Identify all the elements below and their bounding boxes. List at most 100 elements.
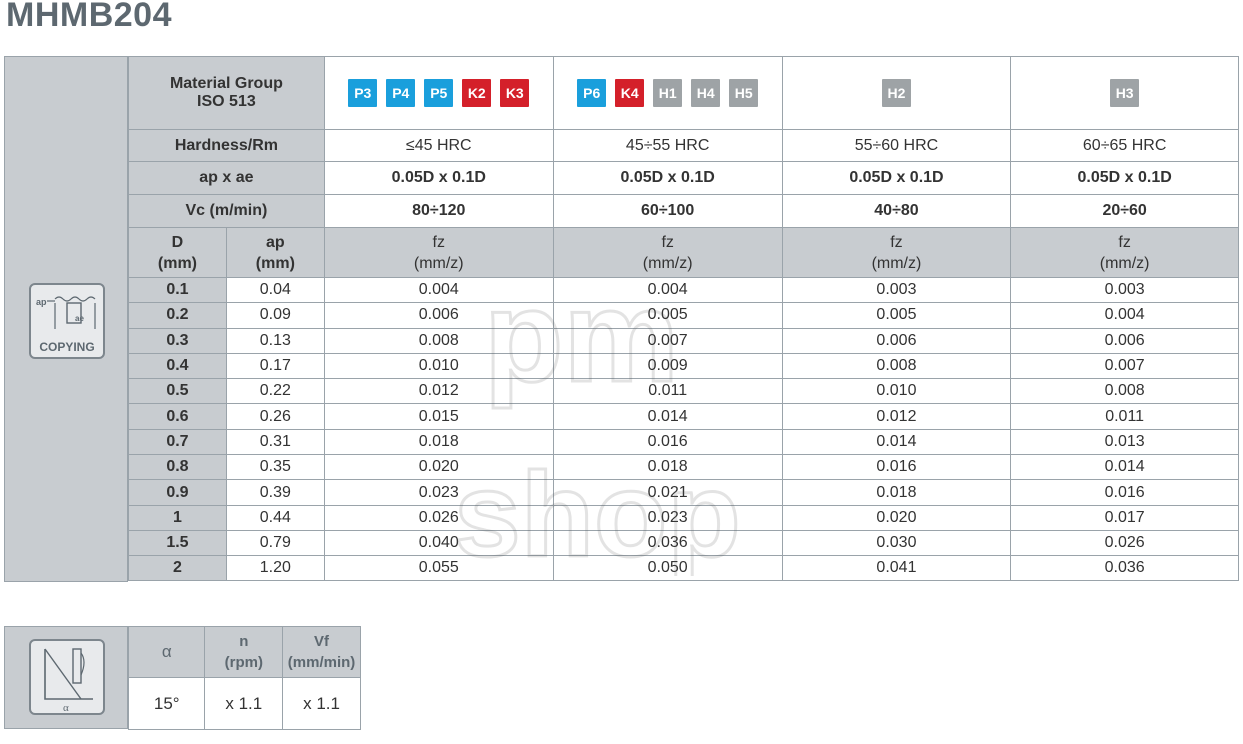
table-row: 1.5 0.79 0.040 0.036 0.030 0.026 — [128, 529, 1239, 557]
fz-cell: 0.055 — [323, 555, 554, 582]
ramping-table: α α n (rpm) Vf (mm/min) 15° x 1.1 x 1.1 — [4, 626, 361, 730]
d-label: D — [171, 233, 184, 251]
fz-cell: 0.020 — [781, 504, 1012, 531]
material-group-header: Material Group ISO 513 — [128, 56, 325, 130]
n-label: n — [239, 633, 249, 650]
diameter-cell: 0.1 — [128, 276, 227, 304]
ap-cell: 1.20 — [225, 555, 325, 582]
material-badge-h1: H1 — [653, 79, 683, 107]
material-badge-k4: K4 — [615, 79, 645, 107]
fz-cell: 0.011 — [552, 378, 783, 405]
fz-cell: 0.007 — [1010, 352, 1239, 380]
fz-cell: 0.014 — [781, 428, 1012, 456]
fz-label: fz — [432, 233, 445, 251]
d-unit: (mm) — [157, 254, 197, 272]
fz-cell: 0.014 — [552, 403, 783, 430]
apae-value: 0.05D x 0.1D — [781, 161, 1012, 195]
fz-label: fz — [1118, 233, 1131, 251]
n-header: n (rpm) — [204, 626, 284, 678]
table-row: 0.3 0.13 0.008 0.007 0.006 0.006 — [128, 327, 1239, 354]
fz-column-header: fz (mm/z) — [781, 227, 1012, 278]
vf-value: x 1.1 — [282, 677, 361, 730]
material-badge-h3: H3 — [1110, 79, 1140, 107]
material-badge-p4: P4 — [386, 79, 416, 107]
fz-cell: 0.009 — [552, 352, 783, 380]
apae-value: 0.05D x 0.1D — [1010, 161, 1239, 195]
fz-cell: 0.020 — [323, 454, 554, 481]
table-row: 0.2 0.09 0.006 0.005 0.005 0.004 — [128, 302, 1239, 329]
hardness-header: Hardness/Rm — [128, 129, 325, 162]
ap-cell: 0.31 — [225, 428, 325, 456]
parameters-grid: Material Group ISO 513 P3 P4 P5 K2 K3 P6 K4 H1… — [128, 56, 1239, 582]
fz-cell: 0.015 — [323, 403, 554, 430]
fz-cell: 0.021 — [552, 479, 783, 506]
fz-cell: 0.004 — [552, 276, 783, 304]
fz-cell: 0.036 — [1010, 555, 1239, 582]
fz-column-header: fz (mm/z) — [552, 227, 783, 278]
alpha-value: 15° — [127, 677, 206, 730]
ap-cell: 0.26 — [225, 403, 325, 430]
ae-text: ae — [75, 314, 84, 323]
ap-text: ap — [36, 297, 47, 307]
fz-unit: (mm/z) — [642, 254, 693, 272]
fz-cell: 0.008 — [1010, 378, 1239, 405]
fz-cell: 0.018 — [552, 454, 783, 481]
fz-cell: 0.023 — [552, 504, 783, 531]
fz-cell: 0.008 — [781, 352, 1012, 380]
fz-cell: 0.026 — [1010, 529, 1239, 557]
table-row: 0.6 0.26 0.015 0.014 0.012 0.011 — [128, 403, 1239, 430]
material-badge-h2: H2 — [881, 79, 911, 107]
fz-cell: 0.023 — [323, 479, 554, 506]
diameter-cell: 1 — [128, 504, 227, 531]
diameter-cell: 0.4 — [128, 352, 227, 380]
vc-value: 80÷120 — [323, 194, 554, 228]
vc-value: 20÷60 — [1010, 194, 1239, 228]
fz-column-header: fz (mm/z) — [323, 227, 554, 278]
cutting-data-table: ap ae COPYING Material Group ISO 513 P3 P… — [4, 56, 1239, 582]
material-group-label: Material Group — [169, 75, 283, 92]
iso-label: ISO 513 — [197, 93, 256, 110]
ap-label: ap — [266, 233, 285, 251]
diameter-cell: 0.8 — [128, 454, 227, 481]
fz-cell: 0.006 — [781, 327, 1012, 354]
vf-label: Vf — [314, 633, 330, 650]
fz-cell: 0.016 — [552, 428, 783, 456]
fz-cell: 0.004 — [1010, 302, 1239, 329]
d-column-header: D (mm) — [128, 227, 227, 278]
group-2-badges: P6 K4 H1 H4 H5 — [552, 56, 783, 130]
fz-unit: (mm/z) — [1099, 254, 1150, 272]
fz-cell: 0.012 — [781, 403, 1012, 430]
table-row: 0.4 0.17 0.010 0.009 0.008 0.007 — [128, 352, 1239, 380]
apae-value: 0.05D x 0.1D — [552, 161, 783, 195]
fz-column-header: fz (mm/z) — [1010, 227, 1239, 278]
fz-cell: 0.003 — [1010, 276, 1239, 304]
material-badge-h5: H5 — [729, 79, 759, 107]
diameter-cell: 0.7 — [128, 428, 227, 456]
fz-cell: 0.005 — [781, 302, 1012, 329]
fz-cell: 0.013 — [1010, 428, 1239, 456]
vf-header: Vf (mm/min) — [282, 626, 361, 678]
page-title: MHMB204 — [6, 0, 172, 34]
fz-cell: 0.040 — [323, 529, 554, 557]
hardness-value: 55÷60 HRC — [781, 129, 1012, 162]
fz-cell: 0.026 — [323, 504, 554, 531]
fz-cell: 0.016 — [1010, 479, 1239, 506]
group-3-badges: H2 — [781, 56, 1012, 130]
diameter-cell: 0.6 — [128, 403, 227, 430]
alpha-header: α — [127, 626, 206, 678]
fz-cell: 0.041 — [781, 555, 1012, 582]
ap-cell: 0.79 — [225, 529, 325, 557]
fz-cell: 0.006 — [1010, 327, 1239, 354]
vc-value: 40÷80 — [781, 194, 1012, 228]
table-row: 0.8 0.35 0.020 0.018 0.016 0.014 — [128, 454, 1239, 481]
hardness-value: 60÷65 HRC — [1010, 129, 1239, 162]
ramping-column: α — [4, 626, 128, 729]
fz-cell: 0.030 — [781, 529, 1012, 557]
fz-cell: 0.004 — [323, 276, 554, 304]
ap-cell: 0.17 — [225, 352, 325, 380]
material-badge-k2: K2 — [462, 79, 492, 107]
diameter-cell: 1.5 — [128, 529, 227, 557]
diameter-cell: 0.5 — [128, 378, 227, 405]
fz-cell: 0.008 — [323, 327, 554, 354]
fz-cell: 0.010 — [323, 352, 554, 380]
